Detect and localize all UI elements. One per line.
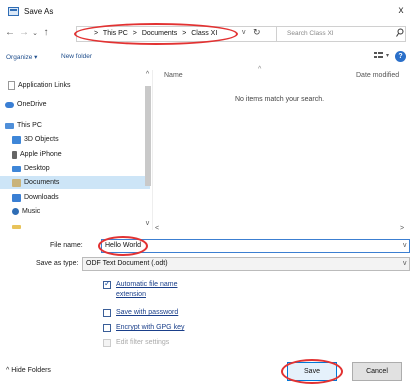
save-as-type-chevron-down-icon[interactable]: v	[403, 260, 407, 267]
file-name-chevron-down-icon[interactable]: v	[403, 242, 407, 249]
title-bar	[0, 0, 410, 22]
back-button[interactable]: ←	[4, 27, 16, 38]
sidebar-item-label: Downloads	[24, 194, 59, 201]
sidebar-item-label: Apple iPhone	[20, 151, 62, 158]
automatic-extension-label-line2[interactable]: extension	[116, 290, 146, 299]
sidebar-item-music[interactable]: Music	[0, 205, 150, 218]
encrypt-gpg-checkbox[interactable]	[103, 324, 111, 332]
sidebar-item-onedrive[interactable]: OneDrive	[0, 98, 150, 111]
close-button[interactable]: x	[396, 5, 406, 17]
save-with-password-label[interactable]: Save with password	[116, 308, 178, 317]
documents-folder-icon	[12, 178, 21, 187]
pane-divider[interactable]	[152, 70, 153, 230]
pc-icon	[5, 122, 14, 129]
hide-folders-button[interactable]: ^ Hide Folders	[6, 367, 51, 374]
search-icon[interactable]	[396, 28, 404, 38]
automatic-extension-checkbox[interactable]	[103, 279, 111, 289]
save-as-type-label: Save as type:	[36, 260, 79, 267]
nav-scrollbar-thumb[interactable]	[145, 86, 151, 186]
file-icon	[8, 81, 15, 90]
folder-icon	[12, 224, 21, 229]
column-header-date-modified[interactable]: Date modified	[356, 72, 399, 79]
annotation-circle-breadcrumb	[74, 23, 238, 45]
sidebar-item-documents[interactable]: Documents	[0, 176, 150, 189]
window-title: Save As	[24, 7, 54, 16]
view-options-chevron-down-icon[interactable]: ▾	[386, 52, 389, 59]
music-icon	[12, 208, 19, 215]
cancel-button[interactable]: Cancel	[352, 362, 402, 381]
download-icon	[12, 193, 21, 202]
save-as-window-icon	[8, 7, 19, 16]
sidebar-item-application-links[interactable]: Application Links	[0, 79, 150, 92]
file-name-label: File name:	[50, 242, 83, 249]
sidebar-item-label: Documents	[24, 179, 60, 186]
scroll-right-arrow[interactable]: >	[400, 225, 404, 232]
sidebar-item-label: Music	[22, 208, 41, 215]
sidebar-item-label: This PC	[17, 122, 42, 129]
desktop-icon	[12, 165, 21, 172]
automatic-extension-label[interactable]: Automatic file name	[116, 280, 177, 289]
sidebar-item-this-pc[interactable]: This PC	[0, 119, 150, 132]
annotation-circle-save	[281, 359, 343, 384]
empty-folder-message: No items match your search.	[235, 96, 325, 103]
refresh-icon[interactable]: ↻	[253, 27, 261, 38]
nav-scroll-up-arrow[interactable]: ^	[143, 71, 152, 78]
nav-scroll-down-arrow[interactable]: v	[143, 220, 152, 227]
sidebar-item-3d-objects[interactable]: 3D Objects	[0, 133, 150, 146]
edit-filter-settings-checkbox	[103, 339, 111, 347]
change-view-icon[interactable]	[374, 51, 384, 61]
cloud-icon	[5, 101, 14, 108]
up-button[interactable]: ↑	[40, 27, 52, 38]
sidebar-item-label: Application Links	[18, 82, 71, 89]
edit-filter-settings-label: Edit filter settings	[116, 339, 170, 346]
help-icon[interactable]: ?	[395, 51, 406, 62]
navigation-pane: Application Links OneDrive This PC 3D Ob…	[0, 70, 152, 235]
sidebar-item-label: OneDrive	[17, 101, 47, 108]
sidebar-item-more[interactable]	[0, 220, 150, 233]
new-folder-button[interactable]: New folder	[61, 53, 92, 60]
sidebar-item-apple-iphone[interactable]: Apple iPhone	[0, 148, 150, 161]
save-as-type-value[interactable]: ODF Text Document (.odt)	[86, 260, 168, 267]
annotation-circle-file-name	[98, 236, 148, 256]
sidebar-item-downloads[interactable]: Downloads	[0, 191, 150, 204]
scroll-left-arrow[interactable]: <	[155, 225, 159, 232]
save-with-password-checkbox[interactable]	[103, 309, 111, 317]
sidebar-item-label: 3D Objects	[24, 136, 59, 143]
organize-menu-button[interactable]: Organize ▾	[6, 53, 37, 61]
search-placeholder: Search Class XI	[287, 30, 334, 37]
column-header-name[interactable]: Name	[164, 72, 183, 79]
cube-icon	[12, 135, 21, 144]
sidebar-item-desktop[interactable]: Desktop	[0, 162, 150, 175]
phone-icon	[12, 150, 17, 159]
address-history-chevron-down-icon[interactable]: v	[242, 29, 246, 36]
sidebar-item-label: Desktop	[24, 165, 50, 172]
encrypt-gpg-label[interactable]: Encrypt with GPG key	[116, 323, 184, 332]
sort-up-icon: ^	[258, 66, 262, 73]
